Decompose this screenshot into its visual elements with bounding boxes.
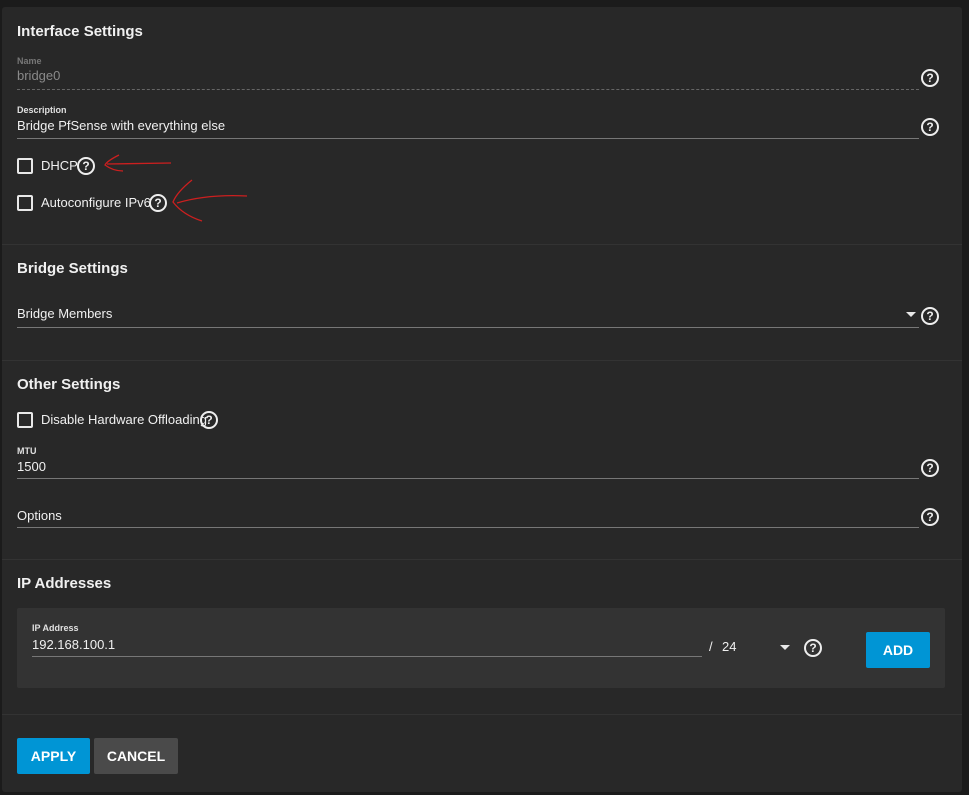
dhcp-label: DHCP <box>41 158 78 173</box>
interface-settings-title: Interface Settings <box>17 23 143 40</box>
options-field[interactable]: Options <box>17 508 62 523</box>
ip-address-card: IP Address 192.168.100.1 / 24 ? ADD <box>17 608 945 688</box>
options-help-icon[interactable]: ? <box>921 508 939 526</box>
disable-hw-offloading-label: Disable Hardware Offloading <box>41 412 207 427</box>
dhcp-help-icon[interactable]: ? <box>77 157 95 175</box>
section-divider <box>2 244 962 245</box>
description-field[interactable]: Bridge PfSense with everything else <box>17 118 225 133</box>
description-underline <box>17 138 919 139</box>
bridge-members-underline <box>17 327 919 328</box>
description-label: Description <box>17 105 67 115</box>
ip-addresses-title: IP Addresses <box>17 575 112 592</box>
disable-hw-offloading-help-icon[interactable]: ? <box>200 411 218 429</box>
ip-address-help-icon[interactable]: ? <box>804 639 822 657</box>
section-divider <box>2 714 962 715</box>
bridge-members-select[interactable]: Bridge Members <box>17 306 112 321</box>
hand-drawn-arrow-annotation <box>104 154 248 222</box>
netmask-separator: / <box>709 639 713 654</box>
mtu-help-icon[interactable]: ? <box>921 459 939 477</box>
add-ip-button[interactable]: ADD <box>866 632 930 668</box>
name-help-icon[interactable]: ? <box>921 69 939 87</box>
mtu-label: MTU <box>17 446 37 456</box>
mtu-field[interactable]: 1500 <box>17 459 46 474</box>
name-label: Name <box>17 56 42 66</box>
name-underline <box>17 89 919 90</box>
ip-address-underline <box>32 656 702 657</box>
netmask-select[interactable]: 24 <box>722 639 736 654</box>
other-settings-title: Other Settings <box>17 376 121 393</box>
ip-address-field[interactable]: 192.168.100.1 <box>32 637 115 652</box>
netmask-caret-icon[interactable] <box>780 645 790 650</box>
options-underline <box>17 527 919 528</box>
apply-button[interactable]: APPLY <box>17 738 90 774</box>
name-field: bridge0 <box>17 68 61 83</box>
mtu-underline <box>17 478 919 479</box>
ip-address-label: IP Address <box>32 623 79 633</box>
section-divider <box>2 360 962 361</box>
bridge-members-caret-icon[interactable] <box>906 312 916 317</box>
cancel-button[interactable]: CANCEL <box>94 738 178 774</box>
autoconfigure-ipv6-checkbox[interactable] <box>17 195 33 211</box>
dhcp-checkbox[interactable] <box>17 158 33 174</box>
section-divider <box>2 559 962 560</box>
bridge-settings-title: Bridge Settings <box>17 260 128 277</box>
bridge-members-help-icon[interactable]: ? <box>921 307 939 325</box>
disable-hw-offloading-checkbox[interactable] <box>17 412 33 428</box>
description-help-icon[interactable]: ? <box>921 118 939 136</box>
network-interface-form: Interface Settings Name bridge0 ? Descri… <box>2 7 962 792</box>
